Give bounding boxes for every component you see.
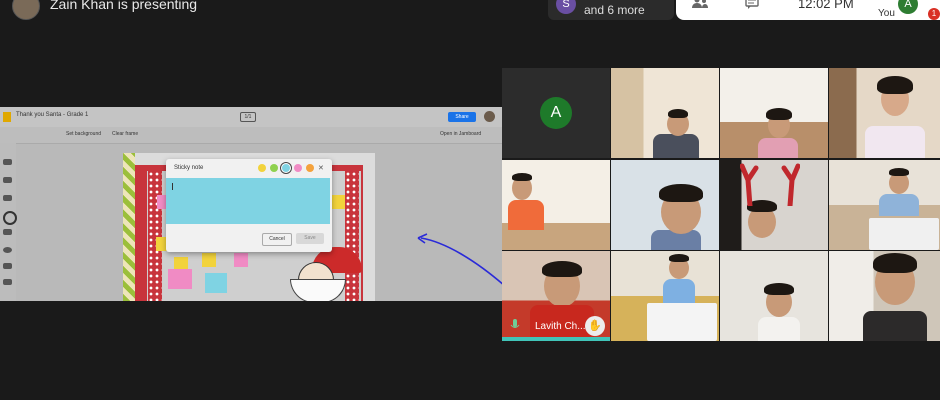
color-swatch-green[interactable]	[270, 164, 278, 172]
video-tile[interactable]	[502, 160, 610, 250]
participant-name-label: Lavith Ch...	[535, 321, 586, 332]
video-tile[interactable]	[829, 160, 940, 250]
color-swatch-blue[interactable]	[282, 164, 290, 172]
pen-icon[interactable]	[3, 159, 12, 165]
video-tile[interactable]	[829, 68, 940, 158]
laser-icon[interactable]	[3, 279, 12, 285]
image-icon[interactable]	[3, 229, 12, 235]
candy-border-left	[123, 153, 135, 301]
page-indicator[interactable]: 1/1	[240, 112, 256, 122]
text-cursor	[172, 183, 173, 190]
annotation-arrow	[417, 233, 506, 287]
jamboard-user-avatar[interactable]	[484, 111, 495, 122]
color-swatch-pink[interactable]	[294, 164, 302, 172]
raise-hand-icon: ✋	[585, 316, 605, 336]
jamboard-logo-icon	[3, 112, 11, 122]
clock: 12:02 PM	[798, 0, 854, 11]
circle-icon[interactable]	[3, 247, 12, 253]
close-icon[interactable]: ✕	[318, 164, 324, 172]
chat-icon[interactable]	[745, 0, 759, 12]
set-background-button[interactable]: Set background	[66, 131, 101, 137]
jamboard-title: Thank you Santa - Grade 1	[16, 112, 89, 118]
sticky-note-textarea[interactable]	[166, 178, 330, 224]
participants-more-label[interactable]: and 6 more	[584, 3, 645, 17]
cancel-button[interactable]: Cancel	[262, 233, 292, 246]
notification-badge: 1	[928, 8, 940, 20]
polka-strip	[345, 171, 359, 301]
presenter-avatar	[12, 0, 40, 20]
sticky-note[interactable]	[234, 253, 248, 267]
sticky-note[interactable]	[168, 269, 192, 289]
sticky-note[interactable]	[331, 195, 345, 209]
video-tile[interactable]	[720, 251, 828, 341]
eraser-icon[interactable]	[3, 177, 12, 183]
polka-strip	[148, 171, 162, 301]
sticky-note-title: Sticky note	[174, 165, 204, 171]
save-button[interactable]: Save	[296, 233, 324, 244]
presenting-banner: Zain Khan is presenting	[50, 0, 198, 12]
video-tile[interactable]	[829, 251, 940, 341]
people-icon[interactable]	[692, 0, 708, 12]
clear-frame-button[interactable]: Clear frame	[112, 131, 138, 137]
active-speaker-indicator	[502, 337, 610, 341]
video-tile[interactable]	[611, 160, 719, 250]
color-swatch-orange[interactable]	[306, 164, 314, 172]
sticky-note-tool-icon[interactable]	[3, 211, 17, 225]
you-label: You	[878, 8, 895, 19]
mic-active-icon	[510, 319, 520, 334]
video-tile[interactable]	[611, 68, 719, 158]
color-swatch-yellow[interactable]	[258, 164, 266, 172]
video-tile[interactable]	[720, 160, 828, 250]
video-tile[interactable]	[720, 68, 828, 158]
sticky-note[interactable]	[205, 273, 227, 293]
open-in-jamboard-button[interactable]: Open in Jamboard	[440, 131, 481, 137]
select-icon[interactable]	[3, 195, 12, 201]
share-button[interactable]: Share	[448, 112, 476, 122]
reindeer-antlers	[740, 163, 800, 206]
text-box-icon[interactable]	[3, 263, 12, 269]
participant-avatar: A	[540, 97, 572, 129]
video-tile[interactable]	[611, 251, 719, 341]
sticky-note[interactable]	[202, 253, 216, 267]
